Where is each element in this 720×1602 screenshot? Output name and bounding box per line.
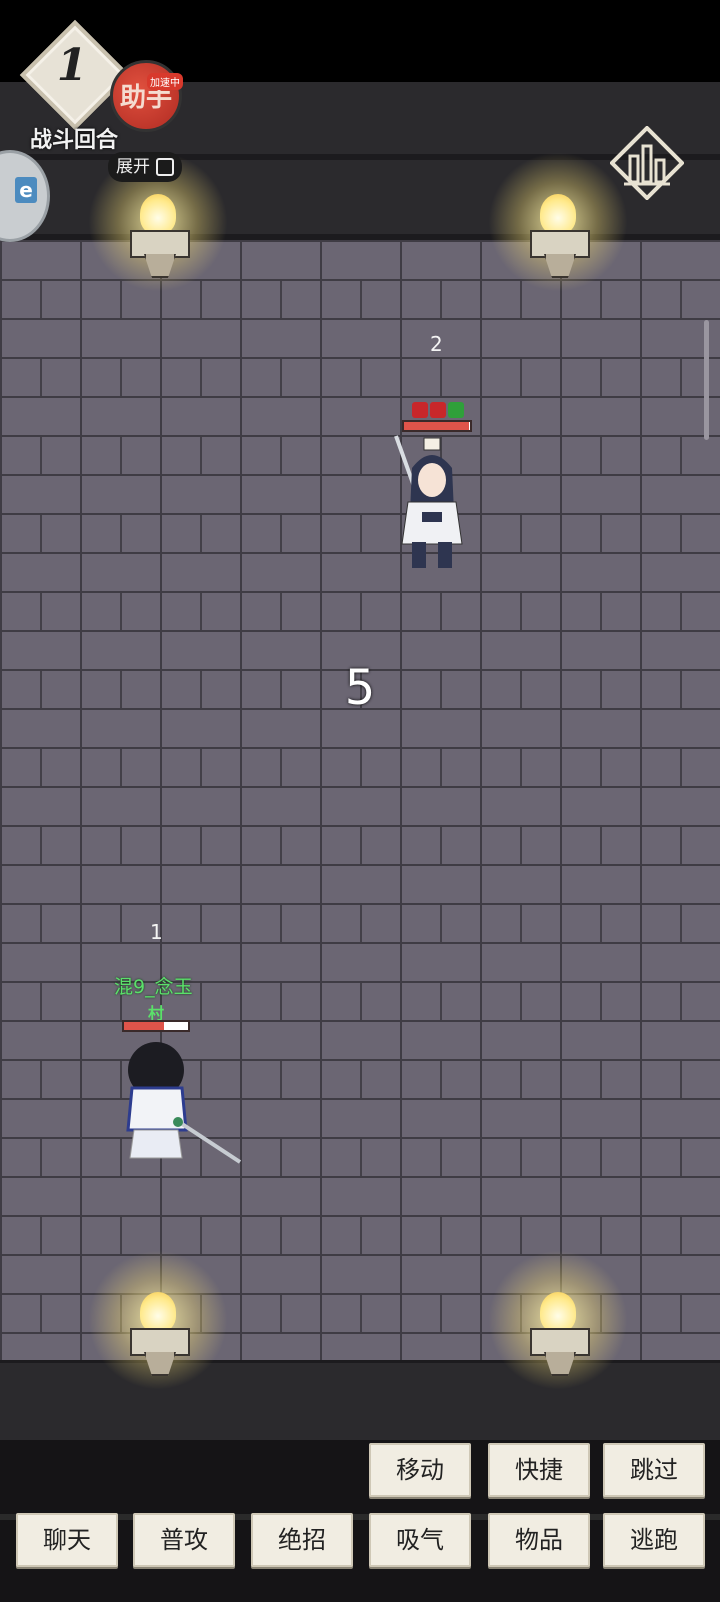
quick-button[interactable]: 快捷 <box>488 1443 590 1497</box>
expand-label: 展开 <box>116 157 150 177</box>
skip-button[interactable]: 跳过 <box>603 1443 705 1497</box>
debuff-icon <box>412 402 428 418</box>
battle-floor <box>0 240 720 1360</box>
shield-buff-icon <box>448 402 464 418</box>
breathe-button[interactable]: 吸气 <box>369 1513 471 1567</box>
torch-icon <box>488 1250 628 1390</box>
enemy-swordsman-sprite[interactable] <box>388 432 478 582</box>
turn-countdown: 5 <box>344 660 376 716</box>
player-slot-number: 1 <box>150 920 163 944</box>
debuff-icon <box>430 402 446 418</box>
bottom-wall <box>0 1360 720 1443</box>
normal-attack-button[interactable]: 普攻 <box>133 1513 235 1567</box>
torch-icon <box>88 1250 228 1390</box>
enemy-slot-number: 2 <box>430 332 443 356</box>
speedup-badge: 加速中 <box>147 73 183 90</box>
move-button[interactable]: 移动 <box>369 1443 471 1497</box>
torch-icon <box>88 152 228 292</box>
expand-icon <box>156 158 174 176</box>
player-name: 混9_念玉 <box>114 976 193 998</box>
enemy-hp-bar <box>402 420 472 432</box>
round-number: 1 <box>56 40 88 91</box>
round-label: 战斗回合 <box>30 128 119 153</box>
items-button[interactable]: 物品 <box>488 1513 590 1567</box>
expand-button[interactable]: 展开 <box>108 152 182 182</box>
round-badge: 1 <box>19 19 131 131</box>
side-avatar-letter: e <box>15 177 37 203</box>
player-hp-bar <box>122 1020 190 1032</box>
helper-button[interactable]: 助手 加速中 <box>110 60 183 132</box>
battle-screen: 1 战斗回合 助手 加速中 展开 e 2 5 1 混9_念玉 村 移动 快捷 跳… <box>0 0 720 1602</box>
ultimate-button[interactable]: 绝招 <box>251 1513 353 1567</box>
stats-chart-icon[interactable] <box>610 126 684 200</box>
player-swordsman-sprite[interactable] <box>120 1040 250 1170</box>
torch-icon <box>488 152 628 292</box>
escape-button[interactable]: 逃跑 <box>603 1513 705 1567</box>
chat-button[interactable]: 聊天 <box>16 1513 118 1567</box>
scrollbar[interactable] <box>704 320 709 440</box>
